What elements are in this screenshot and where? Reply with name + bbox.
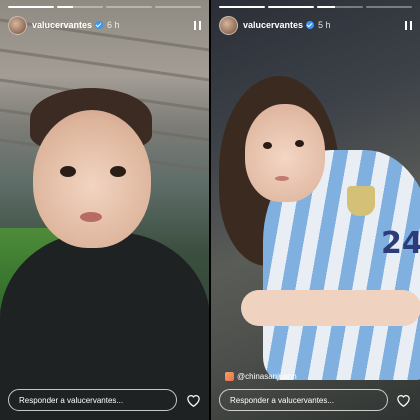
heart-icon[interactable] xyxy=(396,392,412,408)
reply-bar: Responder a valucervantes... xyxy=(218,388,412,412)
progress-segment xyxy=(218,6,265,8)
girl-face xyxy=(244,104,325,202)
username[interactable]: valucervantes xyxy=(243,20,303,30)
header-controls xyxy=(194,20,201,30)
pause-icon[interactable] xyxy=(194,20,201,30)
username[interactable]: valucervantes xyxy=(32,20,92,30)
baby-mouth xyxy=(80,212,102,222)
jersey-number: 24 xyxy=(380,226,420,261)
progress-segment xyxy=(57,6,103,8)
story-time: 6 h xyxy=(107,20,120,30)
header-controls xyxy=(404,20,412,30)
reply-input[interactable]: Responder a valucervantes... xyxy=(218,389,388,411)
progress-segment xyxy=(365,6,412,8)
avatar[interactable] xyxy=(218,15,238,35)
stories-viewer: valucervantes 6 h Responder a valucervan… xyxy=(0,0,420,420)
reply-bar: Responder a valucervantes... xyxy=(8,388,201,412)
jersey-crest xyxy=(346,186,375,216)
girl-arm xyxy=(240,290,420,326)
progress-segment xyxy=(267,6,314,8)
story-header: valucervantes 5 h xyxy=(218,14,412,36)
progress-segment xyxy=(106,6,152,8)
pause-icon[interactable] xyxy=(404,20,412,30)
progress-segment xyxy=(155,6,201,8)
progress-segment xyxy=(8,6,54,8)
verified-badge-icon xyxy=(306,21,315,29)
story-header: valucervantes 6 h xyxy=(8,14,201,36)
story-panel-right[interactable]: 24 valucervantes 5 h @chinasanjuann Resp xyxy=(210,0,420,420)
baby-eye-right xyxy=(110,166,126,177)
mention-text: @chinasanjuann xyxy=(236,372,297,381)
avatar[interactable] xyxy=(8,15,27,35)
girl-eye-right xyxy=(294,140,304,147)
verified-badge-icon xyxy=(95,21,104,29)
story-progress-bar xyxy=(8,6,201,8)
mention-sticker[interactable]: @chinasanjuann xyxy=(224,372,297,381)
heart-icon[interactable] xyxy=(185,392,201,408)
reply-input[interactable]: Responder a valucervantes... xyxy=(8,389,177,411)
story-panel-left[interactable]: valucervantes 6 h Responder a valucervan… xyxy=(0,0,209,420)
girl-mouth xyxy=(274,176,289,181)
story-time: 5 h xyxy=(318,20,331,30)
girl-eye-left xyxy=(262,142,272,149)
story-progress-bar xyxy=(218,6,412,8)
progress-segment xyxy=(316,6,363,8)
baby-eye-left xyxy=(60,166,76,177)
baby-face xyxy=(33,110,151,248)
mention-badge-icon xyxy=(224,372,234,381)
